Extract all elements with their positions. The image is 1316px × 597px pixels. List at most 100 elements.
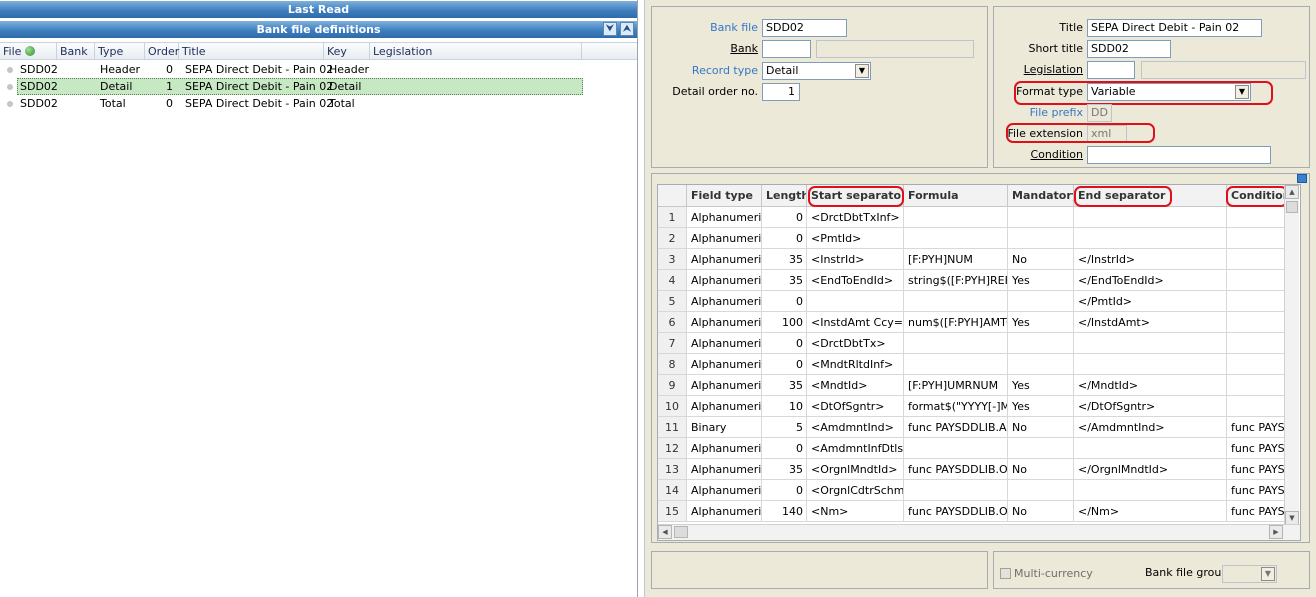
legislation-label[interactable]: Legislation	[994, 63, 1083, 76]
cell-end-separator[interactable]: </Nm>	[1074, 501, 1227, 522]
cell-end-separator[interactable]	[1074, 333, 1227, 354]
cell-length[interactable]: 35	[762, 459, 807, 480]
col-key[interactable]: Key	[324, 43, 370, 60]
cell-start-separator[interactable]: <AmdmntInd>	[807, 417, 904, 438]
cell-field-type[interactable]: Alphanumeric	[687, 375, 762, 396]
cell-length[interactable]: 0	[762, 480, 807, 501]
cell-condition[interactable]	[1227, 228, 1287, 249]
col-mandatory-header[interactable]: Mandatory	[1008, 185, 1074, 207]
legislation-field[interactable]	[1087, 61, 1135, 79]
cell-length[interactable]: 10	[762, 396, 807, 417]
cell-start-separator[interactable]: <OrgnlMndtId>	[807, 459, 904, 480]
cell-length[interactable]: 0	[762, 354, 807, 375]
cell-condition[interactable]	[1227, 375, 1287, 396]
col-formula-header[interactable]: Formula	[904, 185, 1008, 207]
list-row[interactable]: SDD02 Total 0 SEPA Direct Debit - Pain 0…	[0, 95, 600, 112]
cell-field-type[interactable]: Binary	[687, 417, 762, 438]
cell-mandatory[interactable]: Yes	[1008, 312, 1074, 333]
cell-end-separator[interactable]: </MndtId>	[1074, 375, 1227, 396]
cell-mandatory[interactable]	[1008, 480, 1074, 501]
cell-condition[interactable]: func PAYSD	[1227, 417, 1287, 438]
col-type[interactable]: Type	[95, 43, 145, 60]
cell-field-type[interactable]: Alphanumeric	[687, 501, 762, 522]
col-length-header[interactable]: Length	[762, 185, 807, 207]
cell-start-separator[interactable]: <DrctDbtTx>	[807, 333, 904, 354]
cell-formula[interactable]	[904, 333, 1008, 354]
col-file[interactable]: File	[0, 43, 57, 60]
cell-formula[interactable]: num$([F:PYH]AMTCU	[904, 312, 1008, 333]
detail-order-field[interactable]: 1	[762, 83, 800, 101]
cell-mandatory[interactable]	[1008, 291, 1074, 312]
cell-length[interactable]: 35	[762, 249, 807, 270]
cell-end-separator[interactable]: </PmtId>	[1074, 291, 1227, 312]
cell-mandatory[interactable]	[1008, 228, 1074, 249]
cell-start-separator[interactable]: <DrctDbtTxInf>	[807, 207, 904, 228]
cell-formula[interactable]	[904, 207, 1008, 228]
cell-length[interactable]: 0	[762, 438, 807, 459]
cell-field-type[interactable]: Alphanumeric	[687, 354, 762, 375]
cell-field-type[interactable]: Alphanumeric	[687, 207, 762, 228]
cell-field-type[interactable]: Alphanumeric	[687, 312, 762, 333]
col-bank[interactable]: Bank	[57, 43, 95, 60]
cell-end-separator[interactable]	[1074, 228, 1227, 249]
cell-mandatory[interactable]: Yes	[1008, 396, 1074, 417]
title-field[interactable]: SEPA Direct Debit - Pain 02	[1087, 19, 1262, 37]
vertical-scrollbar[interactable]: ▲ ▼	[1284, 185, 1299, 525]
cell-end-separator[interactable]: </AmdmntInd>	[1074, 417, 1227, 438]
cell-length[interactable]: 0	[762, 228, 807, 249]
cell-field-type[interactable]: Alphanumeric	[687, 249, 762, 270]
cell-field-type[interactable]: Alphanumeric	[687, 270, 762, 291]
cell-start-separator[interactable]: <AmdmntInfDtls>	[807, 438, 904, 459]
bank-file-group-select[interactable]: ▼	[1222, 565, 1277, 583]
cell-mandatory[interactable]: No	[1008, 417, 1074, 438]
cell-formula[interactable]: func PAYSDDLIB.OL	[904, 501, 1008, 522]
cell-mandatory[interactable]	[1008, 354, 1074, 375]
collapse-up-icon[interactable]: ⮝	[620, 22, 634, 36]
cell-start-separator[interactable]: <InstrId>	[807, 249, 904, 270]
cell-end-separator[interactable]: </EndToEndId>	[1074, 270, 1227, 291]
cell-field-type[interactable]: Alphanumeric	[687, 291, 762, 312]
bank-file-field[interactable]: SDD02	[762, 19, 847, 37]
cell-mandatory[interactable]: No	[1008, 459, 1074, 480]
hscroll-thumb[interactable]	[674, 526, 688, 538]
cell-formula[interactable]: [F:PYH]UMRNUM	[904, 375, 1008, 396]
cell-formula[interactable]	[904, 291, 1008, 312]
cell-end-separator[interactable]	[1074, 207, 1227, 228]
cell-formula[interactable]: func PAYSDDLIB.OL	[904, 459, 1008, 480]
cell-field-type[interactable]: Alphanumeric	[687, 228, 762, 249]
cell-end-separator[interactable]	[1074, 480, 1227, 501]
cell-start-separator[interactable]: <MndtId>	[807, 375, 904, 396]
expand-grid-icon[interactable]	[1297, 174, 1307, 183]
short-title-field[interactable]: SDD02	[1087, 40, 1171, 58]
last-read-bar[interactable]: Last Read	[0, 1, 637, 18]
cell-end-separator[interactable]: </InstrId>	[1074, 249, 1227, 270]
cell-length[interactable]: 35	[762, 270, 807, 291]
cell-start-separator[interactable]: <InstdAmt Ccy="EU	[807, 312, 904, 333]
cell-formula[interactable]	[904, 480, 1008, 501]
scroll-down-icon[interactable]: ▼	[1285, 511, 1299, 525]
cell-formula[interactable]	[904, 228, 1008, 249]
bank-label[interactable]: Bank	[652, 42, 758, 55]
cell-start-separator[interactable]: <DtOfSgntr>	[807, 396, 904, 417]
cell-condition[interactable]	[1227, 207, 1287, 228]
cell-formula[interactable]	[904, 438, 1008, 459]
multi-currency-checkbox[interactable]	[1000, 568, 1011, 579]
cell-end-separator[interactable]	[1074, 438, 1227, 459]
cell-condition[interactable]: func PAYSD	[1227, 438, 1287, 459]
scroll-up-icon[interactable]: ▲	[1285, 185, 1299, 199]
cell-start-separator[interactable]: <PmtId>	[807, 228, 904, 249]
cell-mandatory[interactable]: No	[1008, 249, 1074, 270]
cell-formula[interactable]: [F:PYH]NUM	[904, 249, 1008, 270]
bank-field[interactable]	[762, 40, 811, 58]
collapse-down-icon[interactable]: ⮟	[603, 22, 617, 36]
scroll-left-icon[interactable]: ◀	[658, 525, 672, 539]
cell-condition[interactable]	[1227, 354, 1287, 375]
cell-mandatory[interactable]	[1008, 207, 1074, 228]
list-row[interactable]: SDD02 Header 0 SEPA Direct Debit - Pain …	[0, 61, 600, 78]
condition-field[interactable]	[1087, 146, 1271, 164]
col-legislation[interactable]: Legislation	[370, 43, 582, 60]
cell-field-type[interactable]: Alphanumeric	[687, 333, 762, 354]
dropdown-arrow-icon[interactable]: ▼	[855, 64, 869, 78]
cell-field-type[interactable]: Alphanumeric	[687, 438, 762, 459]
cell-start-separator[interactable]	[807, 291, 904, 312]
